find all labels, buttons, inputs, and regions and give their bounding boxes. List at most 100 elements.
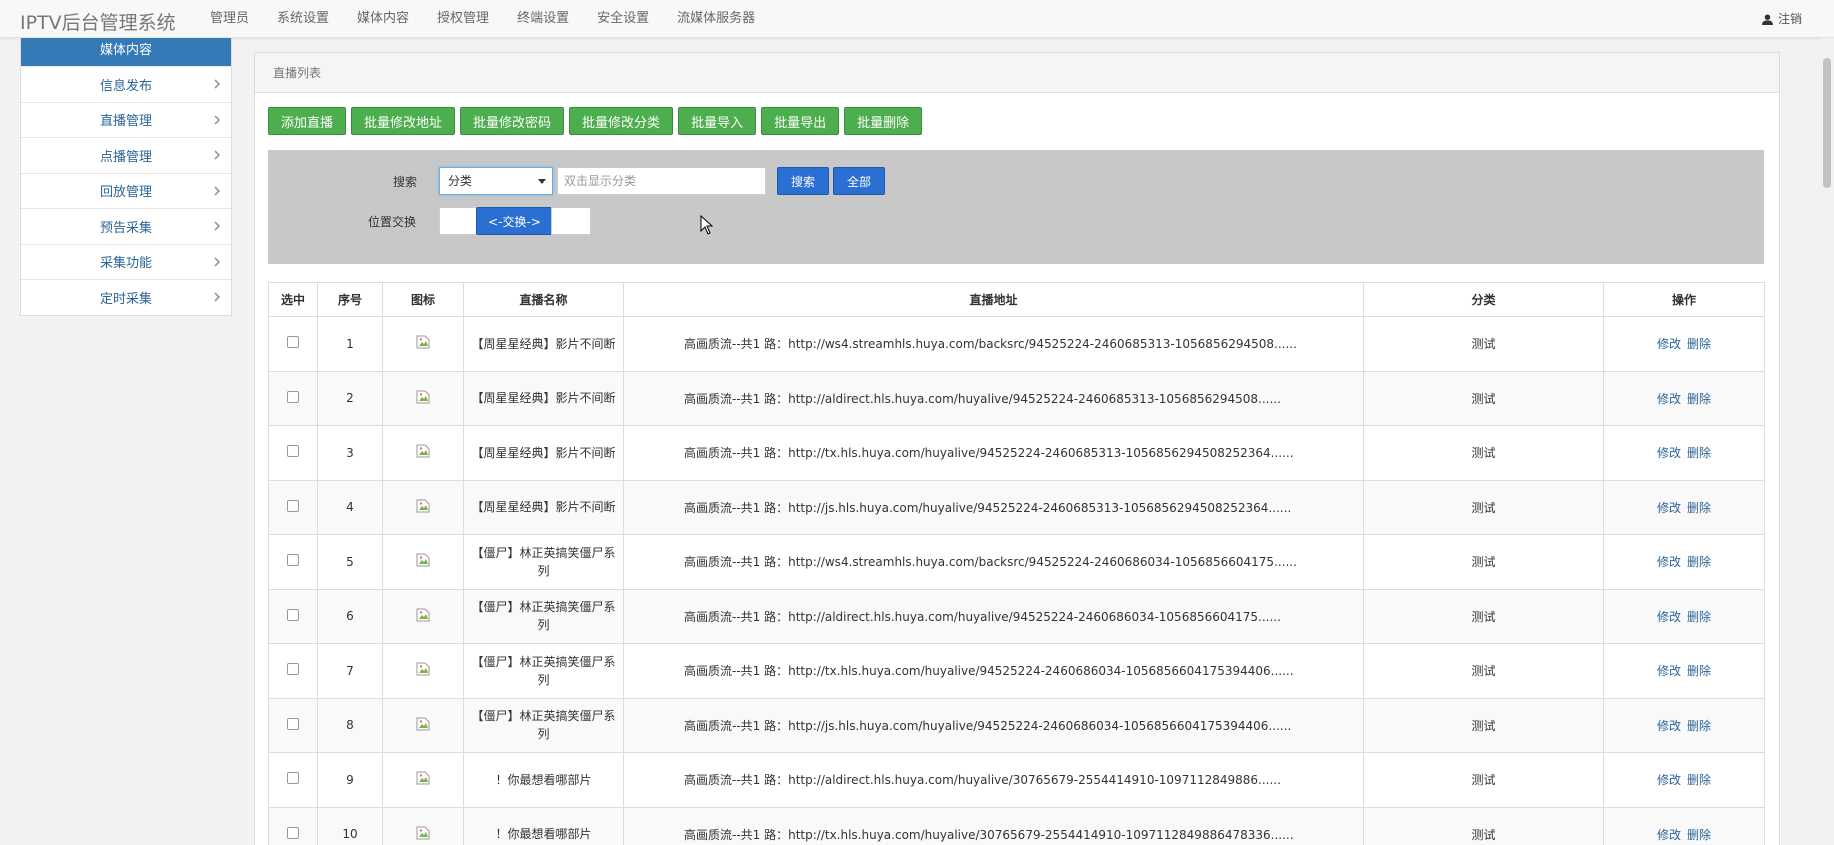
row-number: 4 [317, 479, 383, 535]
batch-edit-url-button[interactable]: 批量修改地址 [351, 107, 456, 135]
logout-label: 注销 [1777, 12, 1802, 26]
row-checkbox[interactable] [287, 663, 299, 676]
chevron-right-icon [214, 292, 221, 302]
live-url: 高画质流--共1 路：http://tx.hls.huya.com/huyali… [623, 643, 1364, 699]
col-header-live-name: 直播名称 [463, 282, 624, 317]
row-checkbox[interactable] [287, 499, 299, 512]
category: 测试 [1363, 697, 1604, 753]
delete-link[interactable]: 删除 [1687, 664, 1711, 678]
delete-link[interactable]: 删除 [1687, 501, 1711, 515]
sidebar-item-label: 直播管理 [99, 114, 152, 130]
edit-link[interactable]: 修改 [1657, 828, 1681, 842]
edit-link[interactable]: 修改 [1657, 392, 1681, 406]
delete-link[interactable]: 删除 [1687, 392, 1711, 406]
chevron-right-icon [214, 114, 221, 125]
swap-from-input[interactable] [439, 207, 479, 235]
broken-image-icon [416, 826, 430, 840]
sidebar-item-playback-management[interactable]: 回放管理 [21, 172, 231, 209]
delete-link[interactable]: 删除 [1687, 337, 1711, 351]
category-select-value: 分类 [448, 174, 473, 188]
edit-link[interactable]: 修改 [1657, 555, 1681, 569]
live-url: 高画质流--共1 路：http://aldirect.hls.huya.com/… [623, 588, 1364, 644]
live-name: 【僵尸】林正英搞笑僵尸系列 [463, 534, 624, 590]
page-scrollbar[interactable] [1820, 38, 1834, 845]
nav-item-media-content[interactable]: 媒体内容 [343, 0, 423, 38]
sidebar-item-scheduled-collection[interactable]: 定时采集 [21, 279, 231, 315]
edit-link[interactable]: 修改 [1657, 337, 1681, 351]
logout-link[interactable]: 注销 [1761, 0, 1802, 38]
row-checkbox[interactable] [287, 608, 299, 621]
category-select[interactable]: 分类 [439, 167, 553, 195]
category: 测试 [1363, 806, 1604, 845]
delete-link[interactable]: 删除 [1687, 828, 1711, 842]
live-url: 高画质流--共1 路：http://js.hls.huya.com/huyali… [623, 697, 1364, 753]
row-number: 9 [317, 752, 383, 808]
table-row: 7 【僵尸】林正英搞笑僵尸系列 高画质流--共1 路：http://tx.hls… [268, 643, 1765, 699]
search-input[interactable] [557, 167, 766, 195]
row-checkbox[interactable] [287, 554, 299, 567]
sidebar-item-info-publish[interactable]: 信息发布 [21, 66, 231, 102]
swap-to-input[interactable] [551, 207, 591, 235]
show-all-button[interactable]: 全部 [833, 167, 885, 195]
row-checkbox[interactable] [287, 336, 299, 349]
live-url: 高画质流--共1 路：http://tx.hls.huya.com/huyali… [623, 806, 1364, 845]
row-number: 6 [317, 588, 383, 644]
nav-item-authorization[interactable]: 授权管理 [423, 0, 503, 38]
app-title[interactable]: IPTV后台管理系统 [20, 8, 176, 35]
live-name: 【周星星经典】影片不间断 [463, 425, 624, 481]
top-navbar: IPTV后台管理系统 管理员 系统设置 媒体内容 授权管理 终端设置 安全设置 … [0, 0, 1834, 38]
delete-link[interactable]: 删除 [1687, 446, 1711, 460]
broken-image-icon [416, 771, 430, 785]
add-live-button[interactable]: 添加直播 [268, 107, 347, 135]
delete-link[interactable]: 删除 [1687, 610, 1711, 624]
batch-delete-button[interactable]: 批量删除 [844, 107, 923, 135]
sidebar-item-preview-collection[interactable]: 预告采集 [21, 208, 231, 244]
delete-link[interactable]: 删除 [1687, 555, 1711, 569]
live-name: ！你最想看哪部片 [463, 806, 624, 845]
category: 测试 [1363, 425, 1604, 481]
sidebar-item-live-management[interactable]: 直播管理 [21, 101, 231, 138]
nav-item-streaming-server[interactable]: 流媒体服务器 [663, 0, 769, 38]
category: 测试 [1363, 752, 1604, 808]
nav-item-terminal-settings[interactable]: 终端设置 [503, 0, 583, 38]
col-header-actions: 操作 [1603, 282, 1765, 317]
table-row: 1 【周星星经典】影片不间断 高画质流--共1 路：http://ws4.str… [268, 316, 1765, 372]
search-button[interactable]: 搜索 [777, 167, 829, 195]
table-row: 2 【周星星经典】影片不间断 高画质流--共1 路：http://aldirec… [268, 370, 1765, 426]
swap-label: 位置交换 [368, 215, 417, 229]
edit-link[interactable]: 修改 [1657, 501, 1681, 515]
sidebar-item-vod-management[interactable]: 点播管理 [21, 137, 231, 173]
row-checkbox[interactable] [287, 826, 299, 839]
broken-image-icon [416, 444, 430, 458]
row-checkbox[interactable] [287, 445, 299, 458]
row-checkbox[interactable] [287, 717, 299, 730]
edit-link[interactable]: 修改 [1657, 719, 1681, 733]
nav-item-security-settings[interactable]: 安全设置 [583, 0, 663, 38]
nav-item-admin[interactable]: 管理员 [196, 0, 263, 38]
row-checkbox[interactable] [287, 390, 299, 403]
user-icon [1761, 13, 1773, 25]
sidebar-item-label: 采集功能 [99, 256, 152, 272]
batch-export-button[interactable]: 批量导出 [761, 107, 840, 135]
edit-link[interactable]: 修改 [1657, 664, 1681, 678]
batch-edit-category-button[interactable]: 批量修改分类 [569, 107, 674, 135]
delete-link[interactable]: 删除 [1687, 719, 1711, 733]
swap-button[interactable]: <-交换-> [476, 207, 553, 235]
toolbar: 添加直播 批量修改地址 批量修改密码 批量修改分类 批量导入 批量导出 批量删除 [268, 107, 923, 135]
table-row: 8 【僵尸】林正英搞笑僵尸系列 高画质流--共1 路：http://js.hls… [268, 697, 1765, 753]
table-row: 4 【周星星经典】影片不间断 高画质流--共1 路：http://js.hls.… [268, 479, 1765, 535]
edit-link[interactable]: 修改 [1657, 610, 1681, 624]
edit-link[interactable]: 修改 [1657, 773, 1681, 787]
delete-link[interactable]: 删除 [1687, 773, 1711, 787]
batch-import-button[interactable]: 批量导入 [678, 107, 757, 135]
live-name: ！你最想看哪部片 [463, 752, 624, 808]
sidebar-item-collection-function[interactable]: 采集功能 [21, 243, 231, 280]
batch-edit-password-button[interactable]: 批量修改密码 [460, 107, 565, 135]
edit-link[interactable]: 修改 [1657, 446, 1681, 460]
nav-item-system-settings[interactable]: 系统设置 [263, 0, 343, 38]
row-checkbox[interactable] [287, 772, 299, 785]
chevron-right-icon [214, 185, 221, 196]
scrollbar-thumb[interactable] [1823, 58, 1831, 188]
table-row: 10 ！你最想看哪部片 高画质流--共1 路：http://tx.hls.huy… [268, 806, 1765, 845]
chevron-right-icon [214, 221, 221, 231]
